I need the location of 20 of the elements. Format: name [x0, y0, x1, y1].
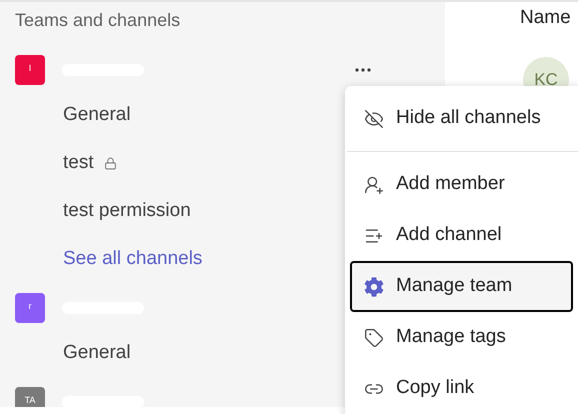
channel-item[interactable]: test permission	[63, 196, 191, 226]
menu-item[interactable]: Manage team	[350, 261, 573, 312]
column-header: Name	[520, 6, 571, 30]
person-plus-icon	[364, 174, 384, 194]
sidebar-title: Teams and channels	[15, 9, 180, 32]
menu-item[interactable]: Manage tags	[350, 312, 573, 363]
channel-item[interactable]: General	[63, 338, 131, 368]
eye-off-icon	[364, 108, 384, 128]
menu-item[interactable]: Add member	[350, 159, 573, 210]
team-avatar[interactable]: I	[15, 55, 45, 85]
more-icon	[355, 68, 371, 72]
menu-item[interactable]: Copy link	[350, 363, 573, 414]
team-avatar[interactable]: TA	[15, 387, 45, 407]
see-all-channels-link[interactable]: See all channels	[63, 244, 202, 274]
team-avatar[interactable]: r	[15, 293, 45, 323]
channel-item[interactable]: General	[63, 100, 131, 130]
channel-item[interactable]: test	[63, 148, 94, 178]
settings-icon	[364, 276, 384, 296]
menu-item[interactable]: Add channel	[350, 210, 573, 261]
tag-icon	[364, 328, 384, 348]
